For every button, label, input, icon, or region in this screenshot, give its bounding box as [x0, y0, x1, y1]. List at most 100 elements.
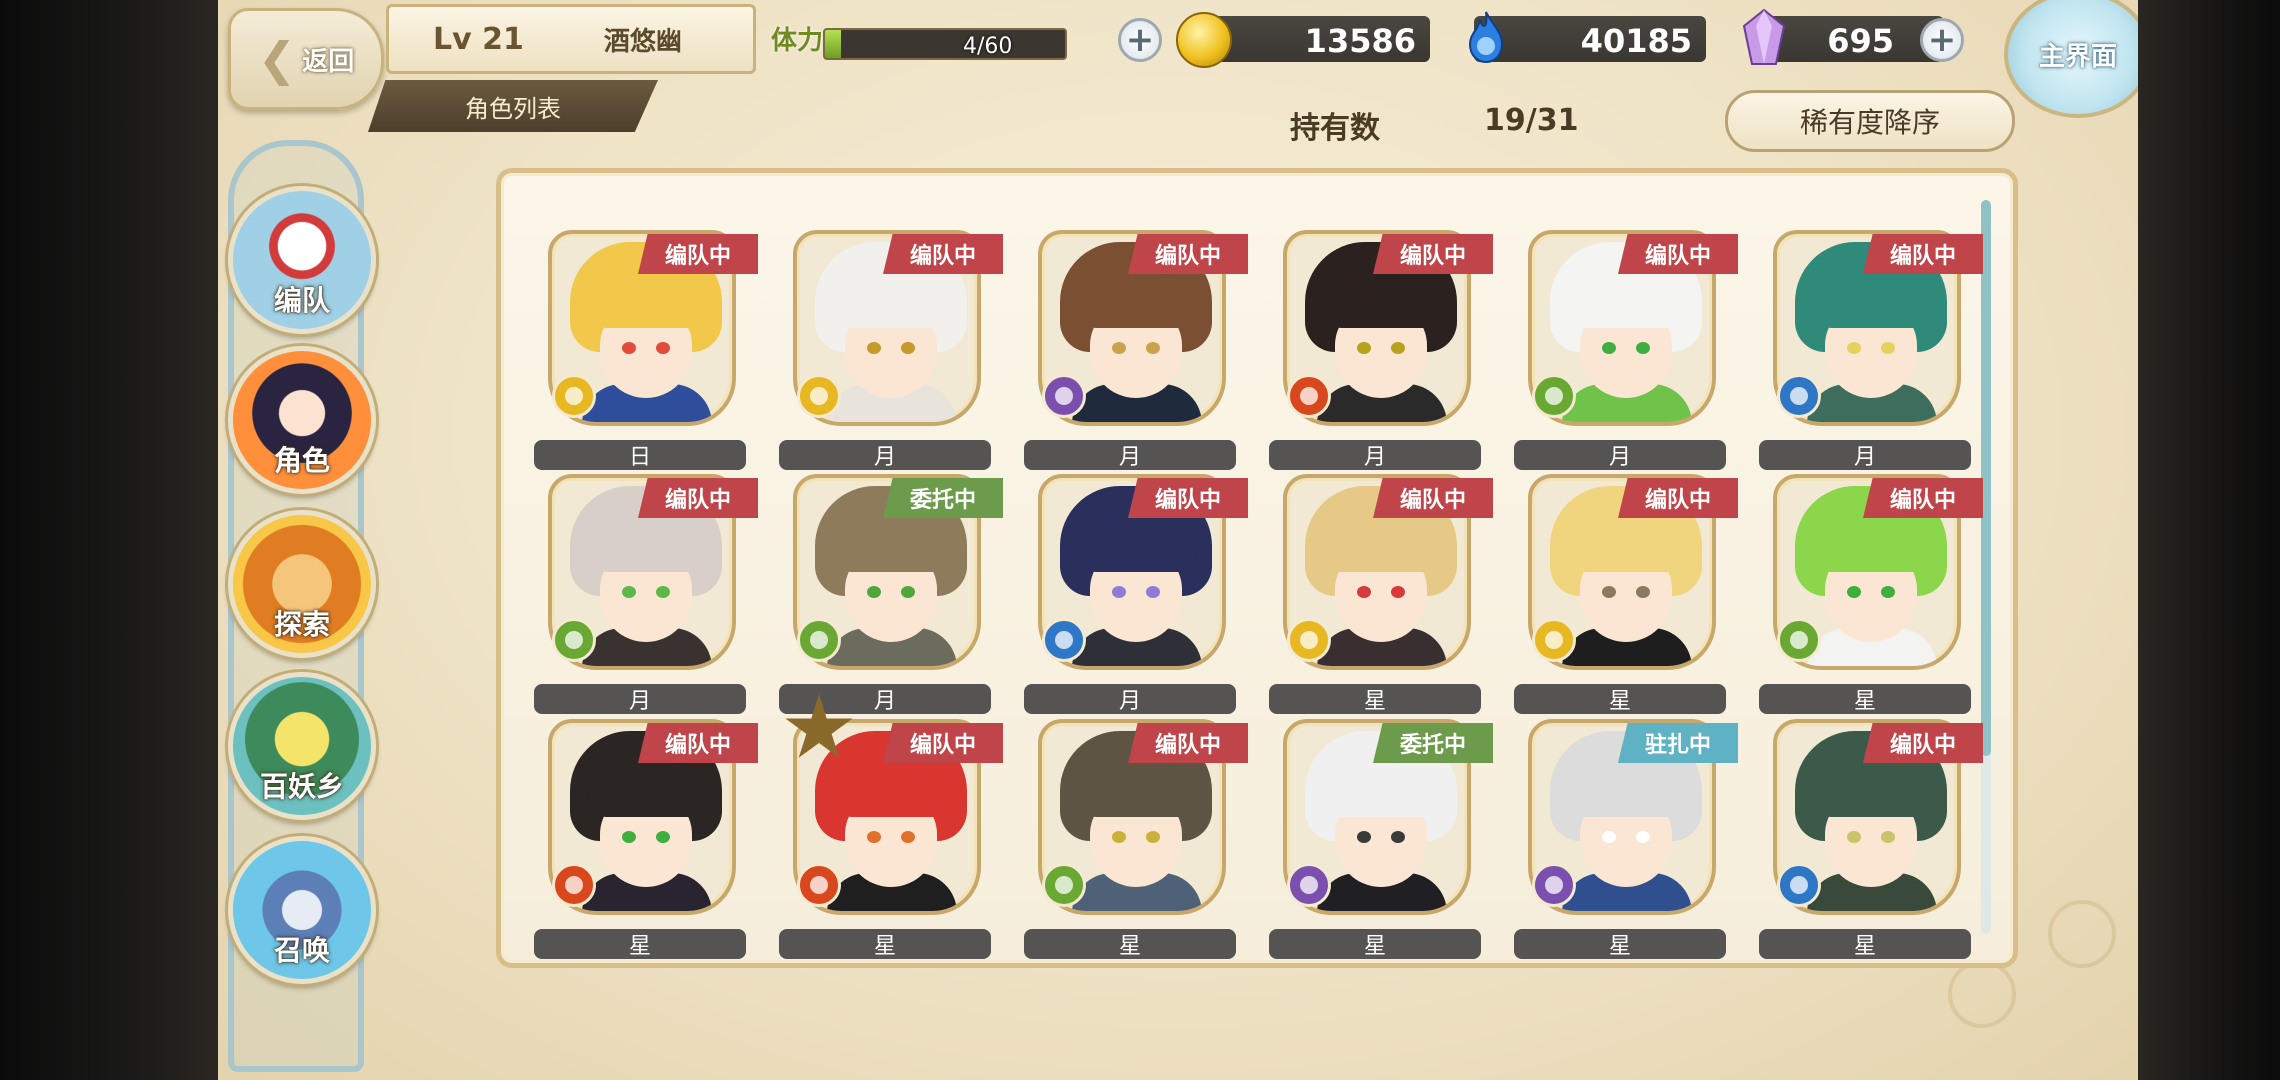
- stamina-label: 体力: [771, 26, 824, 56]
- portrait-eye: [1636, 831, 1650, 843]
- sidebar-item-label: 召唤: [273, 934, 330, 967]
- fire-element-icon: [1287, 374, 1331, 418]
- decor-ornament: [1948, 960, 2016, 1028]
- portrait-bangs: [1323, 763, 1441, 817]
- wind-element-icon: [1042, 863, 1086, 907]
- sun-element-icon: [797, 374, 841, 418]
- coin-counter: 13586: [1176, 12, 1430, 68]
- status-badge: 驻扎中: [1618, 723, 1738, 763]
- character-card[interactable]: 驻扎中星: [1514, 685, 1738, 959]
- wind-element-icon: [552, 618, 596, 662]
- stamina-value: 4/60: [963, 34, 1013, 59]
- owned-count-value: 19/31: [1484, 103, 1579, 138]
- character-card[interactable]: 编队中月: [534, 440, 758, 714]
- status-badge: 编队中: [883, 723, 1003, 763]
- portrait-bangs: [1568, 518, 1686, 572]
- portrait-eye: [656, 586, 670, 598]
- coin-icon: [1176, 12, 1232, 68]
- portrait-bangs: [1568, 763, 1686, 817]
- status-badge: 编队中: [1373, 478, 1493, 518]
- fire-element-icon: [797, 863, 841, 907]
- character-card[interactable]: 编队中月: [1024, 196, 1248, 470]
- decor-ornament: [2048, 900, 2116, 968]
- character-card[interactable]: 编队中星: [534, 685, 758, 959]
- character-name: 星: [1759, 929, 1971, 959]
- right-letterbox: [2138, 0, 2280, 1080]
- portrait-eye: [1391, 586, 1405, 598]
- wind-element-icon: [797, 618, 841, 662]
- portrait-eye: [622, 342, 636, 354]
- character-card[interactable]: 编队中月: [1759, 196, 1983, 470]
- portrait-eye: [622, 586, 636, 598]
- character-card[interactable]: 编队中星: [1269, 440, 1493, 714]
- sun-element-icon: [552, 374, 596, 418]
- portrait-eye: [1847, 342, 1861, 354]
- character-card[interactable]: 编队中月: [1514, 196, 1738, 470]
- owned-count-label: 持有数: [1290, 111, 1380, 146]
- status-badge: 编队中: [1128, 478, 1248, 518]
- status-badge: 编队中: [1863, 478, 1983, 518]
- portrait-bangs: [1813, 274, 1931, 328]
- character-card[interactable]: 编队中月: [1024, 440, 1248, 714]
- water-element-icon: [1042, 618, 1086, 662]
- character-card[interactable]: 委托中月: [779, 440, 1003, 714]
- portrait-eye: [901, 342, 915, 354]
- portrait-bangs: [588, 274, 706, 328]
- character-card[interactable]: 编队中星: [1759, 440, 1983, 714]
- portrait-eye: [1357, 342, 1371, 354]
- back-button[interactable]: ❮ 返回: [228, 8, 384, 110]
- back-label: 返回: [302, 46, 355, 77]
- sun-element-icon: [1287, 618, 1331, 662]
- character-name: 星: [1269, 929, 1481, 959]
- character-card[interactable]: 编队中星: [1024, 685, 1248, 959]
- character-card[interactable]: 编队中月: [1269, 196, 1493, 470]
- portrait-bangs: [1568, 274, 1686, 328]
- sidebar-item-team[interactable]: 编队: [228, 186, 376, 334]
- portrait-eye: [1146, 586, 1160, 598]
- portrait-eye: [1391, 831, 1405, 843]
- add-gem-button[interactable]: +: [1920, 18, 1964, 62]
- status-badge: 委托中: [883, 478, 1003, 518]
- soul-counter: 40185: [1468, 11, 1706, 64]
- character-card[interactable]: 编队中星: [1514, 440, 1738, 714]
- scrollbar[interactable]: [1981, 200, 1991, 934]
- portrait-bangs: [833, 763, 951, 817]
- character-card[interactable]: 编队中日: [534, 196, 758, 470]
- sidebar-item-character[interactable]: 角色: [228, 346, 376, 494]
- player-name: 酒悠幽: [603, 26, 682, 57]
- portrait-eye: [1146, 831, 1160, 843]
- character-name: 星: [1514, 929, 1726, 959]
- wind-element-icon: [1532, 374, 1576, 418]
- character-card[interactable]: 编队中星: [1759, 685, 1983, 959]
- portrait-bangs: [1813, 518, 1931, 572]
- sidebar-item-label: 编队: [273, 284, 330, 317]
- status-badge: 编队中: [638, 478, 758, 518]
- status-badge: 编队中: [638, 723, 758, 763]
- back-arrow-icon: ❮: [257, 32, 297, 86]
- character-name: 星: [534, 929, 746, 959]
- portrait-eye: [1636, 586, 1650, 598]
- portrait-bangs: [833, 274, 951, 328]
- portrait-bangs: [1078, 518, 1196, 572]
- character-card[interactable]: 编队中月: [779, 196, 1003, 470]
- portrait-eye: [1357, 586, 1371, 598]
- portrait-bangs: [588, 763, 706, 817]
- sidebar-item-explore[interactable]: 探索: [228, 510, 376, 658]
- portrait-eye: [1357, 831, 1371, 843]
- sidebar-item-summon[interactable]: 召唤: [228, 836, 376, 984]
- portrait-bangs: [1813, 763, 1931, 817]
- player-plate: Lv 21 酒悠幽: [386, 4, 756, 74]
- sidebar-item-village[interactable]: 百妖乡: [228, 672, 376, 820]
- status-badge: 编队中: [1128, 234, 1248, 274]
- home-button[interactable]: 主界面: [2004, 0, 2138, 118]
- status-badge: 编队中: [1128, 723, 1248, 763]
- portrait-eye: [656, 831, 670, 843]
- wind-element-icon: [1777, 618, 1821, 662]
- game-screen: ❮ 返回 Lv 21 酒悠幽 角色列表 体力 4/60 + 13586 4018…: [218, 0, 2138, 1080]
- sort-rarity-button[interactable]: 稀有度降序: [1725, 90, 2015, 152]
- portrait-bangs: [1078, 763, 1196, 817]
- add-stamina-button[interactable]: +: [1118, 18, 1162, 62]
- character-card[interactable]: 委托中星: [1269, 685, 1493, 959]
- character-name: 星: [779, 929, 991, 959]
- portrait-bangs: [1323, 518, 1441, 572]
